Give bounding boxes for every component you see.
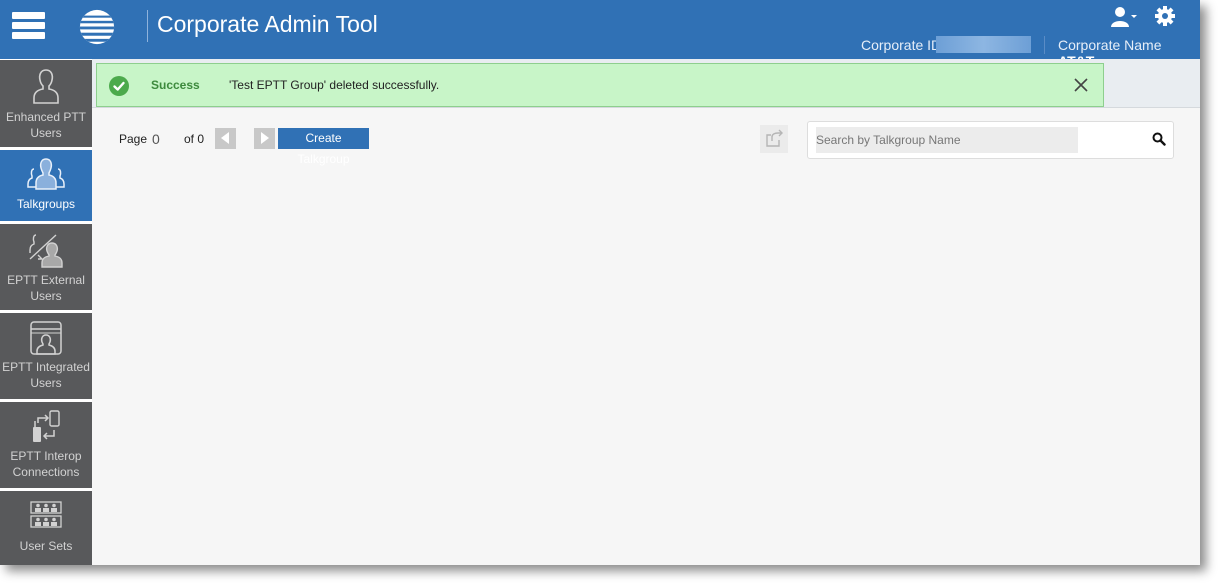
gear-icon[interactable] [1155,6,1175,26]
sidebar-item-label: EPTT Integrated Users [2,360,90,390]
hamburger-menu-icon[interactable] [12,12,45,40]
search-icon[interactable] [1152,132,1166,146]
page-total: of 0 [184,132,205,146]
app-title: Corporate Admin Tool [157,11,378,37]
success-alert: Success 'Test EPTT Group' deleted succes… [96,63,1104,107]
sidebar-item-eptt-external-users[interactable]: EPTT External Users [0,224,92,310]
corporate-id-label: Corporate ID [861,37,942,53]
external-user-icon [29,234,63,268]
alert-title: Success [151,78,200,92]
sidebar-item-eptt-integrated-users[interactable]: EPTT Integrated Users [0,313,92,399]
search-box [807,121,1174,159]
sidebar-item-talkgroups[interactable]: Talkgroups [0,150,92,221]
next-page-button[interactable] [254,128,275,149]
create-talkgroup-button[interactable]: Create Talkgroup [278,128,369,166]
sidebar-item-label: User Sets [19,539,73,553]
corporate-name-label: Corporate Name [1058,37,1162,53]
user-sets-icon [30,501,62,528]
sidebar-item-label: EPTT Interop Connections [10,449,82,479]
sidebar-item-label: Enhanced PTT Users [5,110,87,140]
sidebar-item-enhanced-ptt-users[interactable]: Enhanced PTT Users [0,60,92,147]
app-window: Corporate Admin Tool Corporate ID Corpor… [0,0,1200,565]
sidebar-item-label: EPTT External Users [7,273,85,303]
sidebar-item-label: Talkgroups [16,197,76,211]
page-number-input[interactable] [150,130,176,148]
sidebar-item-user-sets[interactable]: User Sets [0,491,92,565]
corporate-id-value-redacted [936,36,1031,53]
close-icon[interactable] [1073,77,1089,93]
att-globe-logo [79,9,115,45]
export-button[interactable] [760,125,788,153]
single-user-icon [33,69,59,104]
alert-message: 'Test EPTT Group' deleted successfully. [229,78,440,92]
sidebar-item-eptt-interop-connections[interactable]: EPTT Interop Connections [0,402,92,488]
group-users-icon [27,158,65,190]
user-dropdown-icon[interactable] [1110,6,1138,28]
check-circle-icon [109,76,129,96]
top-header: Corporate Admin Tool Corporate ID Corpor… [0,0,1200,69]
header-divider [1044,36,1045,54]
title-divider [147,10,148,42]
sidebar-nav: Enhanced PTT Users Talkgroups EPTT Exter… [0,59,92,565]
previous-page-button[interactable] [215,128,236,149]
search-input[interactable] [816,127,1078,153]
page-label: Page [119,132,148,146]
export-icon [766,129,783,147]
integrated-user-icon [30,321,62,355]
interop-devices-icon [33,410,60,442]
